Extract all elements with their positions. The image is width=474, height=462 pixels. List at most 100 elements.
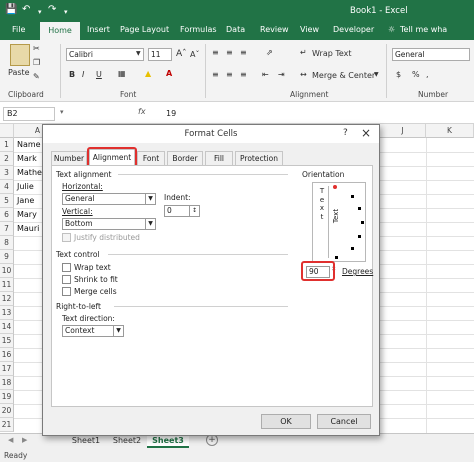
column-header-k[interactable]: K (426, 124, 474, 138)
tab-border[interactable]: Border (167, 151, 203, 165)
copy-icon[interactable]: ❐ (33, 58, 40, 67)
formula-input[interactable]: 19 (160, 107, 470, 121)
row-header[interactable]: 9 (0, 250, 14, 264)
close-icon[interactable]: × (361, 126, 371, 140)
row-header[interactable]: 20 (0, 404, 14, 418)
tab-insert[interactable]: Insert (87, 25, 110, 34)
name-box[interactable]: B2 (3, 107, 55, 121)
align-right-icon[interactable]: ≡ (240, 70, 247, 79)
tab-font[interactable]: Font (137, 151, 165, 165)
customize-qat-icon[interactable]: ▾ (64, 6, 68, 18)
font-name-dropdown-icon[interactable]: ▼ (136, 50, 141, 57)
row-header[interactable]: 2 (0, 152, 14, 166)
select-all-corner[interactable] (0, 124, 14, 138)
text-direction-select[interactable]: Context ▼ (62, 325, 124, 337)
bold-button[interactable]: B (69, 70, 75, 79)
wrap-text-icon[interactable]: ↵ (300, 48, 307, 57)
cell-a5[interactable]: Jane (15, 194, 34, 208)
align-middle-icon[interactable]: ≡ (226, 48, 233, 57)
cell-a7[interactable]: Mauri (15, 222, 39, 236)
font-size-select[interactable]: 11 (148, 48, 172, 61)
sheet-tab-sheet3[interactable]: Sheet3 (147, 434, 189, 448)
tab-fill[interactable]: Fill (205, 151, 233, 165)
row-header[interactable]: 13 (0, 306, 14, 320)
row-header[interactable]: 7 (0, 222, 14, 236)
redo-icon[interactable]: ↷ (48, 4, 56, 16)
increase-indent-icon[interactable]: ⇥ (278, 70, 285, 79)
spin-arrows-icon[interactable]: ↕ (189, 206, 199, 216)
borders-icon[interactable]: ▦ (118, 69, 126, 78)
column-header-j[interactable]: J (380, 124, 426, 138)
save-icon[interactable]: 💾 (5, 4, 17, 16)
decrease-indent-icon[interactable]: ⇤ (262, 70, 269, 79)
vertical-text-sample[interactable]: T e x t (319, 187, 325, 257)
tab-page-layout[interactable]: Page Layout (120, 25, 169, 34)
row-header[interactable]: 17 (0, 362, 14, 376)
rotated-text-sample[interactable]: Text (331, 201, 341, 231)
tab-home[interactable]: Home (40, 22, 80, 40)
row-header[interactable]: 19 (0, 390, 14, 404)
tab-file[interactable]: File (12, 25, 25, 34)
row-header[interactable]: 10 (0, 264, 14, 278)
row-header[interactable]: 11 (0, 278, 14, 292)
tab-formulas[interactable]: Formulas (180, 25, 217, 34)
tab-number[interactable]: Number (51, 151, 87, 165)
cell-a4[interactable]: Julie (15, 180, 34, 194)
row-header[interactable]: 1 (0, 138, 14, 152)
tab-data[interactable]: Data (226, 25, 245, 34)
row-header[interactable]: 5 (0, 194, 14, 208)
name-box-dropdown-icon[interactable]: ▾ (60, 108, 64, 116)
row-header[interactable]: 14 (0, 320, 14, 334)
tab-review[interactable]: Review (260, 25, 289, 34)
cut-icon[interactable]: ✂ (33, 44, 40, 53)
currency-icon[interactable]: $ (396, 70, 401, 79)
orientation-handle[interactable] (333, 185, 337, 189)
tell-me-box[interactable]: Tell me wha (400, 25, 447, 34)
cell-a2[interactable]: Mark (15, 152, 37, 166)
percent-icon[interactable]: % (412, 70, 420, 79)
increase-font-icon[interactable]: Aˆ (176, 49, 187, 59)
cancel-button[interactable]: Cancel (317, 414, 371, 429)
cell-a1[interactable]: Name (15, 138, 41, 152)
indent-stepper[interactable]: 0 ↕ (164, 205, 200, 217)
scroll-next-icon[interactable]: ▶ (22, 436, 27, 444)
row-header[interactable]: 15 (0, 334, 14, 348)
cell-a6[interactable]: Mary (15, 208, 37, 222)
comma-icon[interactable]: , (426, 70, 429, 79)
cell-a3[interactable]: Mathe (15, 166, 42, 180)
row-header[interactable]: 12 (0, 292, 14, 306)
row-header[interactable]: 21 (0, 418, 14, 432)
row-header[interactable]: 18 (0, 376, 14, 390)
align-bottom-icon[interactable]: ≡ (240, 48, 247, 57)
ok-button[interactable]: OK (261, 414, 311, 429)
paste-button[interactable]: Paste (8, 68, 30, 77)
fill-color-icon[interactable]: ▲ (145, 69, 151, 78)
font-color-icon[interactable]: A (166, 69, 172, 78)
horizontal-select[interactable]: General ▼ (62, 193, 156, 205)
paste-icon[interactable] (10, 44, 30, 66)
merge-cells-checkbox[interactable] (62, 287, 71, 296)
wrap-text-checkbox[interactable] (62, 263, 71, 272)
row-header[interactable]: 3 (0, 166, 14, 180)
row-header[interactable]: 6 (0, 208, 14, 222)
sheet-tab-sheet1[interactable]: Sheet1 (66, 434, 106, 448)
align-top-icon[interactable]: ≡ (212, 48, 219, 57)
orientation-control[interactable]: T e x t Text (312, 182, 366, 262)
tab-developer[interactable]: Developer (333, 25, 374, 34)
merge-center-icon[interactable]: ↔ (300, 70, 307, 79)
tab-protection[interactable]: Protection (235, 151, 283, 165)
format-painter-icon[interactable]: ✎ (33, 72, 40, 81)
row-header[interactable]: 16 (0, 348, 14, 362)
align-center-icon[interactable]: ≡ (226, 70, 233, 79)
italic-button[interactable]: I (82, 70, 84, 79)
undo-dropdown-icon[interactable]: ▾ (38, 6, 42, 18)
justify-distributed-checkbox[interactable] (62, 233, 71, 242)
shrink-to-fit-checkbox[interactable] (62, 275, 71, 284)
wrap-text-button[interactable]: Wrap Text (312, 49, 352, 58)
sheet-tab-sheet2[interactable]: Sheet2 (108, 434, 146, 448)
row-header[interactable]: 4 (0, 180, 14, 194)
row-header[interactable]: 8 (0, 236, 14, 250)
align-left-icon[interactable]: ≡ (212, 70, 219, 79)
undo-icon[interactable]: ↶ (22, 4, 30, 16)
vertical-select[interactable]: Bottom ▼ (62, 218, 156, 230)
